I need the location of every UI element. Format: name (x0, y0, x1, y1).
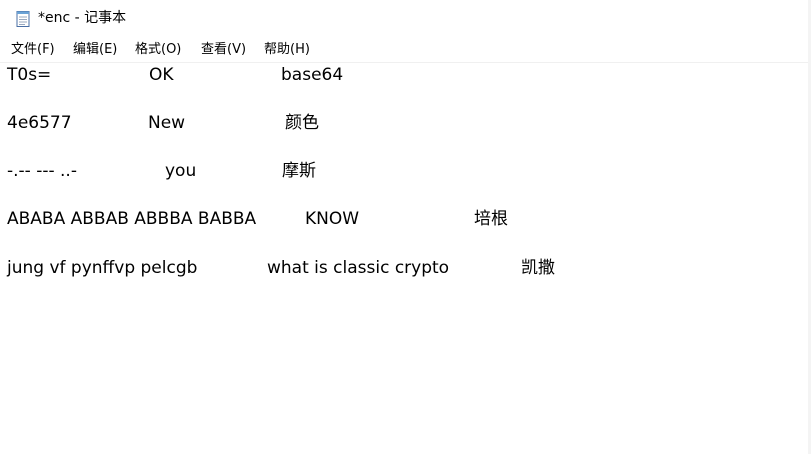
title-bar: *enc - 记事本 (0, 0, 811, 38)
line-3-col-3: 摩斯 (282, 161, 316, 181)
line-2-col-2: New (148, 113, 186, 133)
line-5-col-3: 凯撒 (521, 258, 555, 278)
text-line-4: ABABA ABBAB ABBBA BABBA KNOW 培根 (0, 208, 808, 232)
line-1-col-2: OK (149, 65, 174, 85)
text-line-5: jung vf pynffvp pelcgb what is classic c… (0, 257, 808, 281)
text-line-3: -.-- --- ..- you 摩斯 (0, 160, 808, 184)
line-5-col-1: jung vf pynffvp pelcgb (7, 258, 198, 278)
line-1-col-3: base64 (281, 65, 344, 85)
line-5-col-2: what is classic crypto (267, 258, 450, 278)
line-3-col-1: -.-- --- ..- (7, 161, 77, 181)
text-editor-area[interactable]: T0s= OK base64 4e6577 New 颜色 -.-- --- ..… (0, 63, 808, 454)
menu-bar: 文件(F) 编辑(E) 格式(O) 查看(V) 帮助(H) (0, 38, 811, 62)
line-4-col-2: KNOW (305, 209, 360, 229)
line-4-col-3: 培根 (474, 209, 508, 229)
text-line-1: T0s= OK base64 (0, 64, 808, 88)
menu-edit[interactable]: 编辑(E) (73, 41, 117, 59)
notepad-window: *enc - 记事本 文件(F) 编辑(E) 格式(O) 查看(V) 帮助(H)… (0, 0, 811, 454)
window-title: *enc - 记事本 (38, 10, 127, 26)
line-4-col-1: ABABA ABBAB ABBBA BABBA (7, 209, 257, 229)
text-line-2: 4e6577 New 颜色 (0, 112, 808, 136)
line-3-col-2: you (165, 161, 197, 181)
menu-format[interactable]: 格式(O) (135, 41, 181, 59)
notepad-icon (16, 10, 31, 27)
menu-help[interactable]: 帮助(H) (264, 41, 310, 59)
menu-view[interactable]: 查看(V) (201, 41, 246, 59)
line-2-col-3: 颜色 (285, 113, 319, 133)
menu-file[interactable]: 文件(F) (11, 41, 55, 59)
line-2-col-1: 4e6577 (7, 113, 72, 133)
line-1-col-1: T0s= (7, 65, 52, 85)
